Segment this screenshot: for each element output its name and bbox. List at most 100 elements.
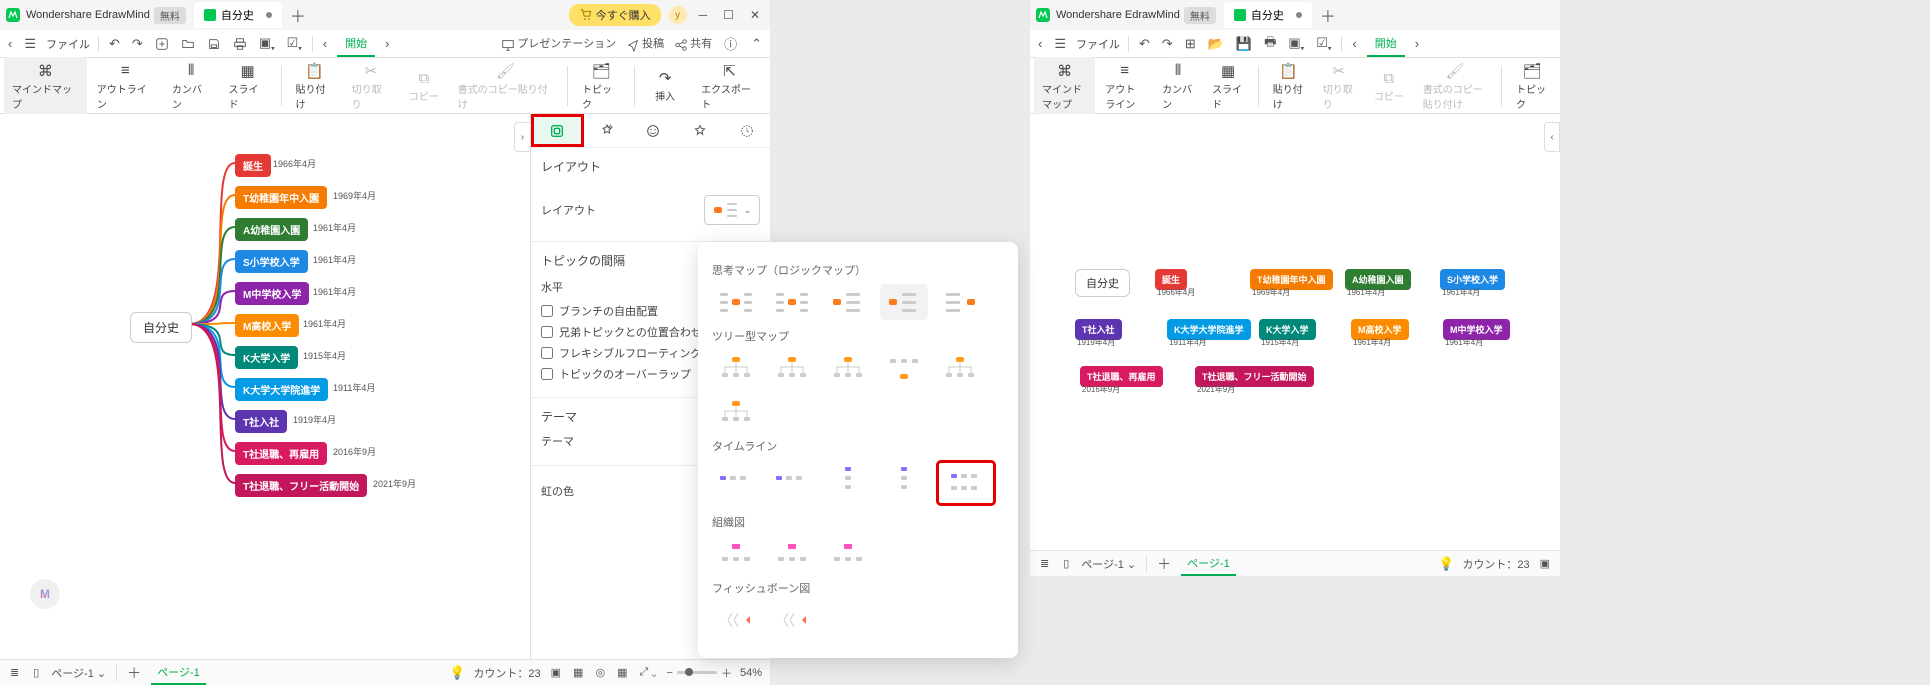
- open-icon-r[interactable]: 📂: [1206, 34, 1226, 54]
- view-outline-button-r[interactable]: ≡アウトライン: [1097, 57, 1152, 115]
- minimize-button[interactable]: ─: [695, 6, 712, 24]
- help-icon[interactable]: ⓘ: [722, 32, 739, 55]
- cut-button[interactable]: ✂切り取り: [344, 57, 398, 115]
- layout-option[interactable]: [768, 602, 816, 638]
- panel-tab-clipart[interactable]: [677, 114, 724, 147]
- layout-option[interactable]: [824, 350, 872, 386]
- save-icon-r[interactable]: 💾: [1234, 34, 1254, 54]
- page-tab[interactable]: ページ-1: [151, 661, 206, 685]
- mindmap-node[interactable]: T社退職、フリー活動開始: [235, 474, 367, 497]
- export-button[interactable]: ⇱エクスポート: [693, 57, 766, 115]
- sb-view-icon[interactable]: ▦: [615, 664, 629, 681]
- page-select-r[interactable]: ページ-1 ⌄: [1081, 556, 1136, 572]
- tips-icon-r[interactable]: 💡: [1438, 556, 1454, 572]
- mindmap-node[interactable]: M高校入学: [235, 314, 299, 337]
- new-tab-button[interactable]: ＋: [290, 3, 306, 27]
- add-page-button[interactable]: ＋: [127, 663, 141, 683]
- view-slide-button[interactable]: ▦スライド: [220, 57, 274, 115]
- layout-option[interactable]: [880, 350, 928, 386]
- paste-button[interactable]: 📋貼り付け: [288, 57, 342, 115]
- layout-option[interactable]: [712, 460, 760, 496]
- mindmap-node[interactable]: T社入社: [235, 410, 287, 433]
- new-icon-r[interactable]: ⊞: [1183, 34, 1198, 54]
- collapse-ribbon-icon[interactable]: ⌃: [749, 34, 764, 54]
- paste-button-r[interactable]: 📋貼り付け: [1265, 57, 1313, 115]
- copy-button-r[interactable]: ⧉コピー: [1365, 64, 1413, 107]
- layout-option[interactable]: [824, 536, 872, 572]
- layout-option[interactable]: [824, 284, 872, 320]
- view-mindmap-button[interactable]: ⌘マインドマップ: [4, 57, 87, 115]
- print-icon-r[interactable]: 🖶: [1262, 31, 1278, 57]
- topic-button[interactable]: 🗂トピック: [574, 57, 628, 115]
- sb-fit-icon-r[interactable]: ▣: [1538, 555, 1552, 572]
- user-avatar[interactable]: y: [669, 6, 687, 24]
- share-button[interactable]: 共有: [674, 35, 712, 51]
- insert-button[interactable]: ↷挿入: [641, 64, 689, 107]
- cut-button-r[interactable]: ✂切り取り: [1315, 57, 1363, 115]
- document-tab[interactable]: 自分史: [194, 2, 282, 28]
- ribbon-next-icon-r[interactable]: ›: [1413, 34, 1421, 53]
- layout-option[interactable]: [880, 460, 928, 496]
- view-kanban-button-r[interactable]: ⫴カンバン: [1154, 57, 1202, 115]
- panel-tab-style[interactable]: [584, 114, 631, 147]
- root-node[interactable]: 自分史: [130, 312, 192, 343]
- sb-slide-icon-r[interactable]: ▯: [1061, 555, 1071, 572]
- layout-option[interactable]: [768, 284, 816, 320]
- mindmap-node[interactable]: 誕生: [235, 154, 271, 177]
- mindmap-node[interactable]: T社退職、再雇用: [235, 442, 327, 465]
- undo-icon-r[interactable]: ↶: [1137, 34, 1152, 54]
- layout-option[interactable]: [712, 350, 760, 386]
- new-tab-button-r[interactable]: ＋: [1320, 3, 1336, 27]
- layout-option[interactable]: [880, 284, 928, 320]
- page-select[interactable]: ページ-1 ⌄: [51, 665, 106, 681]
- file-menu-r[interactable]: ファイル: [1076, 36, 1120, 52]
- file-menu[interactable]: ファイル: [46, 36, 90, 52]
- root-node-r[interactable]: 自分史: [1075, 269, 1130, 297]
- checklist-icon-r[interactable]: ☑▾: [1314, 33, 1333, 55]
- mindmap-node[interactable]: T幼稚園年中入園: [235, 186, 327, 209]
- layout-option[interactable]: [712, 602, 760, 638]
- panel-tab-layout[interactable]: [531, 114, 584, 147]
- hamburger-icon[interactable]: ☰: [22, 34, 38, 54]
- new-icon[interactable]: [153, 35, 171, 53]
- layout-option[interactable]: [712, 284, 760, 320]
- export-doc-icon[interactable]: ▣▾: [257, 33, 277, 55]
- panel-tab-icon[interactable]: [630, 114, 677, 147]
- layout-option[interactable]: [712, 536, 760, 572]
- layout-option[interactable]: [768, 536, 816, 572]
- maximize-button[interactable]: ☐: [719, 6, 738, 24]
- export-doc-icon-r[interactable]: ▣▾: [1286, 33, 1306, 55]
- layout-option[interactable]: [712, 394, 760, 430]
- mindmap-node[interactable]: M中学校入学: [235, 282, 309, 305]
- ribbon-next-icon[interactable]: ›: [383, 34, 391, 53]
- layout-option[interactable]: [936, 284, 984, 320]
- redo-icon-r[interactable]: ↷: [1160, 34, 1175, 54]
- sb-focus-icon[interactable]: ◎: [593, 664, 607, 681]
- layout-option[interactable]: [768, 350, 816, 386]
- redo-icon[interactable]: ↷: [130, 34, 145, 54]
- panel-collapse-handle[interactable]: ›: [514, 122, 530, 152]
- copy-button[interactable]: ⧉コピー: [400, 64, 448, 107]
- panel-collapse-handle-r[interactable]: ‹: [1544, 122, 1560, 152]
- sb-slide-icon[interactable]: ▯: [31, 664, 41, 681]
- post-button[interactable]: 投稿: [626, 35, 664, 51]
- zoom-slider[interactable]: −＋: [667, 665, 732, 681]
- sb-outline-icon-r[interactable]: ≣: [1038, 555, 1051, 572]
- sb-outline-icon[interactable]: ≣: [8, 664, 21, 681]
- mindmap-node[interactable]: K大学入学: [235, 346, 298, 369]
- presentation-button[interactable]: プレゼンテーション: [501, 35, 616, 51]
- sb-fit-icon[interactable]: ▣: [549, 664, 563, 681]
- mindmap-node[interactable]: S小学校入学: [235, 250, 308, 273]
- open-icon[interactable]: [179, 35, 197, 53]
- mindmap-canvas[interactable]: M 自分史誕生1966年4月T幼稚園年中入園1969年4月A幼稚園入園1961年…: [0, 114, 530, 659]
- save-icon[interactable]: [205, 35, 223, 53]
- add-page-button-r[interactable]: ＋: [1157, 554, 1171, 574]
- layout-option[interactable]: [936, 350, 984, 386]
- layout-option[interactable]: [936, 460, 996, 506]
- topic-button-r[interactable]: 🗂トピック: [1508, 57, 1556, 115]
- panel-tab-history[interactable]: [723, 114, 770, 147]
- mindmap-node[interactable]: A幼稚園入園: [235, 218, 308, 241]
- layout-option[interactable]: [824, 460, 872, 496]
- print-icon[interactable]: [231, 35, 249, 53]
- view-slide-button-r[interactable]: ▦スライド: [1204, 57, 1252, 115]
